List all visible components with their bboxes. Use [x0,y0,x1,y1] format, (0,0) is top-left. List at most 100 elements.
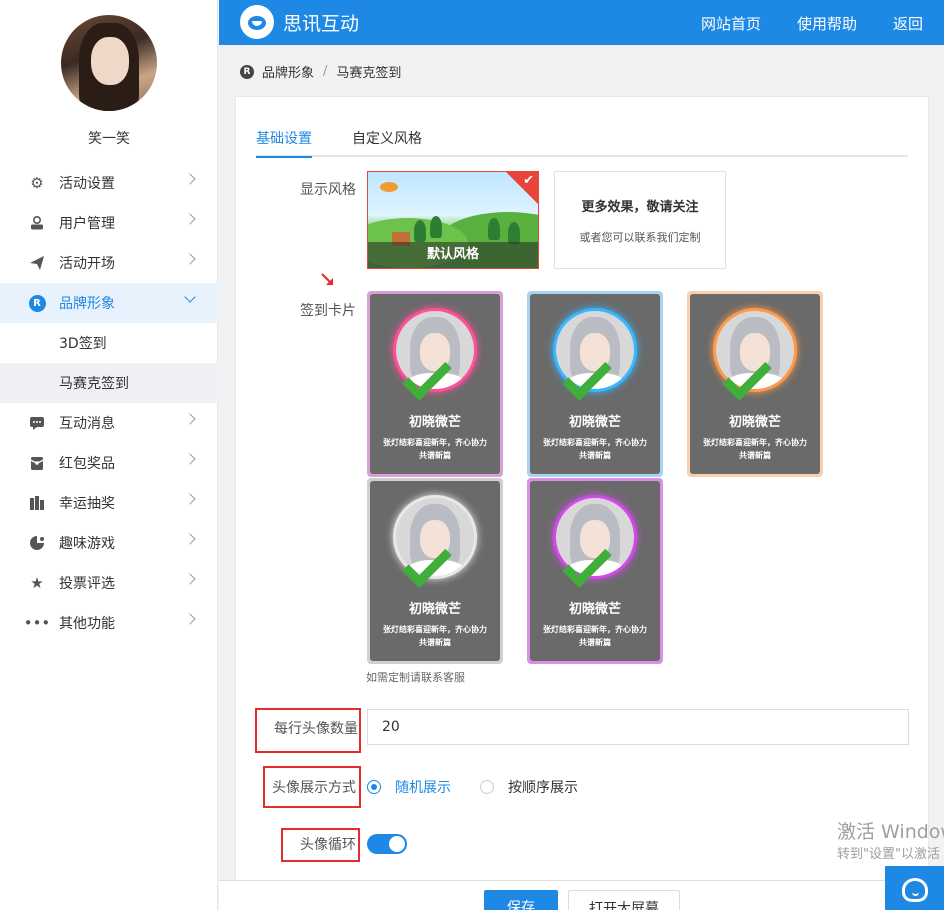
sidebar-item-label: 互动消息 [59,416,115,432]
sign-card-message: 张灯结彩喜迎新年，齐心协力共谱新篇 [383,625,487,647]
sidebar-item-label: 其他功能 [59,616,115,632]
watermark-line1: 激活 Windows [837,821,944,843]
sign-card-body: 初晓微芒张灯结彩喜迎新年，齐心协力共谱新篇 [530,294,660,474]
default-style-card[interactable]: 默认风格 ✔ [367,171,539,269]
radio-dot [367,780,381,794]
radio-random[interactable]: 随机展示 [367,777,451,797]
sign-card-message: 张灯结彩喜迎新年，齐心协力共谱新篇 [543,438,647,460]
sign-card-option[interactable]: 初晓微芒张灯结彩喜迎新年，齐心协力共谱新篇 [527,291,663,477]
tab-custom-style[interactable]: 自定义风格 [352,128,422,148]
check-icon: ✔ [523,173,534,188]
sidebar-item-label: 用户管理 [59,216,115,232]
gift-icon [28,454,46,472]
paper-plane-icon [28,254,46,272]
sidebar-subitem-3d-signin[interactable]: 3D签到 [0,323,218,363]
more-effects-subtitle: 或者您可以联系我们定制 [579,231,701,244]
default-style-caption: 默认风格 [368,242,538,268]
sidebar-item-brand[interactable]: R 品牌形象 [0,283,218,323]
radio-random-label: 随机展示 [395,780,451,796]
chevron-down-icon [184,291,196,303]
username: 笑一笑 [88,131,130,147]
more-icon: ••• [23,614,51,632]
breadcrumb-current: 马赛克签到 [336,66,402,81]
logo-icon [240,5,274,39]
activation-watermark: 激活 Windows 转到"设置"以激活 Windows。 [830,810,944,866]
avatar-display-label: 头像展示方式 [272,780,356,796]
sign-card-message: 张灯结彩喜迎新年，齐心协力共谱新篇 [383,438,487,460]
sidebar-item-label: 投票评选 [59,576,115,592]
sign-card-message: 张灯结彩喜迎新年，齐心协力共谱新篇 [703,438,807,460]
sidebar: 笑一笑 ⚙ 活动设置 用户管理 活动开场 R 品牌形象 3D签到 马赛克签到 互… [0,0,218,910]
sidebar-item-label: 幸运抽奖 [59,496,115,512]
breadcrumb-parent[interactable]: 品牌形象 [262,62,314,81]
sign-card-option[interactable]: 初晓微芒张灯结彩喜迎新年，齐心协力共谱新篇 [527,478,663,664]
sidebar-item-label: 活动开场 [59,256,115,272]
brand-name: 思讯互动 [283,13,360,35]
sign-card-option[interactable]: 初晓微芒张灯结彩喜迎新年，齐心协力共谱新篇 [687,291,823,477]
top-navbar: 思讯互动 网站首页 使用帮助 返回 [219,0,944,45]
chevron-right-icon [184,213,196,225]
avatars-per-row-label: 每行头像数量 [274,721,358,737]
chevron-right-icon [184,533,196,545]
sign-card-option[interactable]: 初晓微芒张灯结彩喜迎新年，齐心协力共谱新篇 [367,478,503,664]
action-bar: 保存 打开大屏幕 [219,880,944,910]
sidebar-item-label: 红包奖品 [59,456,115,472]
tab-basic-settings[interactable]: 基础设置 [256,128,312,158]
sign-card-message: 张灯结彩喜迎新年，齐心协力共谱新篇 [543,625,647,647]
headset-icon [902,878,928,902]
avatars-per-row-input[interactable]: 20 [367,709,909,745]
sidebar-menu: ⚙ 活动设置 用户管理 活动开场 R 品牌形象 3D签到 马赛克签到 互动消息 … [0,163,218,643]
more-effects-title: 更多效果，敬请关注 [581,200,699,215]
avatar-loop-toggle[interactable] [367,834,407,854]
more-effects-card: 更多效果，敬请关注 或者您可以联系我们定制 [554,171,726,269]
customer-service-button[interactable] [885,866,944,910]
sidebar-item-red-packet[interactable]: 红包奖品 [0,443,218,483]
save-button[interactable]: 保存 [484,890,558,910]
sign-card-name: 初晓微芒 [568,602,621,617]
star-icon: ★ [30,574,44,592]
open-screen-button[interactable]: 打开大屏幕 [568,890,680,910]
sidebar-item-activity-settings[interactable]: ⚙ 活动设置 [0,163,218,203]
chevron-right-icon [184,453,196,465]
user-icon [28,214,46,232]
sidebar-item-lottery[interactable]: 幸运抽奖 [0,483,218,523]
breadcrumb: R 品牌形象 / 马赛克签到 [240,62,401,81]
custom-hint: 如需定制请联系客服 [366,671,465,684]
sidebar-item-other[interactable]: ••• 其他功能 [0,603,218,643]
nav-link-home[interactable]: 网站首页 [701,13,761,34]
sign-card-name: 初晓微芒 [408,602,461,617]
sidebar-item-games[interactable]: 趣味游戏 [0,523,218,563]
chevron-right-icon [184,613,196,625]
sidebar-item-messages[interactable]: 互动消息 [0,403,218,443]
sign-card-name: 初晓微芒 [568,415,621,430]
gear-icon: ⚙ [30,174,44,192]
toggle-knob [389,836,405,852]
avatar[interactable] [61,15,157,111]
sidebar-subitem-mosaic-signin[interactable]: 马赛克签到 [0,363,218,403]
sidebar-item-opening[interactable]: 活动开场 [0,243,218,283]
radio-sequential[interactable]: 按顺序展示 [480,777,578,797]
sidebar-item-user-management[interactable]: 用户管理 [0,203,218,243]
radio-dot [480,780,494,794]
chat-icon [28,414,46,432]
sidebar-item-label: 品牌形象 [59,296,115,312]
chevron-right-icon [184,253,196,265]
sign-card-label: 签到卡片 [300,303,356,319]
display-style-label: 显示风格 [300,182,356,198]
sign-card-name: 初晓微芒 [728,415,781,430]
sign-card-body: 初晓微芒张灯结彩喜迎新年，齐心协力共谱新篇 [690,294,820,474]
sign-card-option[interactable]: 初晓微芒 张灯结彩喜迎新年，齐心协力共谱新篇 [367,291,503,477]
sign-card-body: 初晓微芒 张灯结彩喜迎新年，齐心协力共谱新篇 [370,294,500,474]
radio-sequential-label: 按顺序展示 [508,780,578,796]
chevron-right-icon [184,573,196,585]
sidebar-item-vote[interactable]: ★ 投票评选 [0,563,218,603]
sidebar-item-label: 趣味游戏 [59,536,115,552]
nav-link-help[interactable]: 使用帮助 [797,13,857,34]
chevron-right-icon [184,413,196,425]
chevron-right-icon [184,173,196,185]
sign-card-body: 初晓微芒张灯结彩喜迎新年，齐心协力共谱新篇 [370,481,500,661]
sign-card-body: 初晓微芒张灯结彩喜迎新年，齐心协力共谱新篇 [530,481,660,661]
sidebar-item-label: 活动设置 [59,176,115,192]
chevron-right-icon [184,493,196,505]
nav-link-back[interactable]: 返回 [893,13,923,34]
